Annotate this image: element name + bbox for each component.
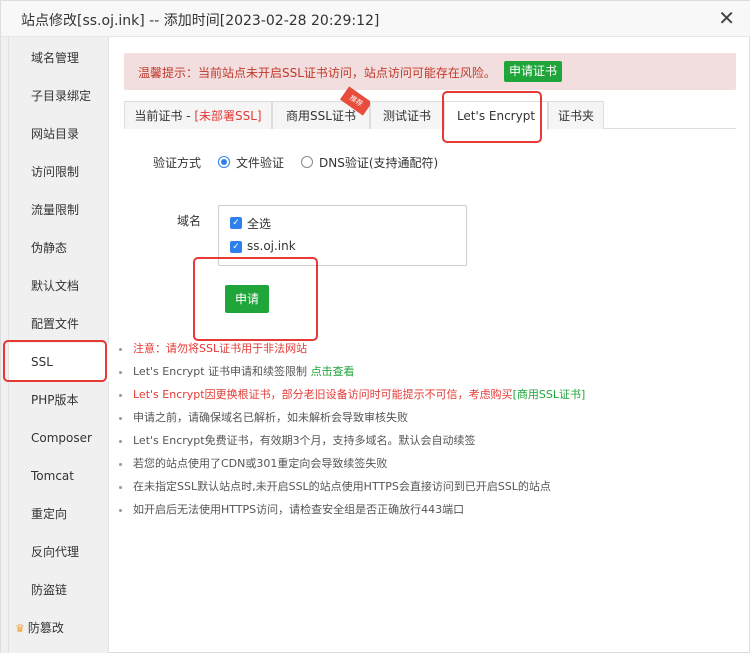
list-item: 如开启后无法使用HTTPS访问，请检查安全组是否正确放行443端口 [119, 501, 464, 521]
note-text: Let's Encrypt因更换根证书，部分老旧设备访问时可能提示不可信，考虑购… [133, 388, 513, 401]
list-item: 注意：请勿将SSL证书用于非法网站 [119, 340, 307, 360]
tab-commercial-ssl-label: 商用SSL证书 [286, 109, 356, 123]
note-text: 在未指定SSL默认站点时,未开启SSL的站点使用HTTPS会直接访问到已开启SS… [133, 480, 551, 493]
close-icon[interactable]: ✕ [718, 8, 735, 28]
sidebar-item-hotlink[interactable]: 防盗链 [9, 571, 109, 609]
site-settings-dialog: 站点修改[ss.oj.ink] -- 添加时间[2023-02-28 20:29… [0, 0, 750, 653]
tab-current-cert-status: [未部署SSL] [194, 109, 262, 123]
commercial-ssl-link[interactable]: [商用SSL证书] [513, 388, 586, 401]
note-text: 注意：请勿将SSL证书用于非法网站 [133, 342, 308, 355]
sidebar-item-config[interactable]: 配置文件 [9, 305, 109, 343]
sidebar-item-subdir[interactable]: 子目录绑定 [9, 77, 109, 115]
radio-dns-verify-label: DNS验证(支持通配符) [319, 156, 439, 170]
highlight-box-ssl [3, 340, 107, 382]
list-item: Let's Encrypt免费证书，有效期3个月，支持多域名。默认会自动续签 [119, 432, 476, 452]
ssl-warning-alert: 温馨提示：当前站点未开启SSL证书访问，站点访问可能存在风险。 申请证书 [124, 53, 736, 90]
sidebar-item-access-limit[interactable]: 访问限制 [9, 153, 109, 191]
sidebar-item-tamper[interactable]: ♛ 防篡改 [9, 609, 109, 647]
highlight-box-apply [193, 257, 318, 341]
tab-current-cert[interactable]: 当前证书 - [未部署SSL] [124, 101, 272, 129]
view-limits-link[interactable]: 点击查看 [311, 365, 355, 378]
note-text: Let's Encrypt免费证书，有效期3个月，支持多域名。默认会自动续签 [133, 434, 476, 447]
main-panel: 温馨提示：当前站点未开启SSL证书访问，站点访问可能存在风险。 申请证书 当前证… [109, 37, 750, 653]
select-all-checkbox[interactable]: ✓ [230, 217, 242, 229]
tab-current-cert-label: 当前证书 - [134, 109, 195, 123]
apply-cert-button[interactable]: 申请证书 [504, 61, 562, 82]
sidebar-item-rewrite[interactable]: 伪静态 [9, 229, 109, 267]
domain-checkbox-label: ss.oj.ink [247, 239, 296, 253]
radio-dns-verify[interactable] [301, 156, 313, 168]
sidebar-item-domain[interactable]: 域名管理 [9, 39, 109, 77]
sidebar-item-redirect[interactable]: 重定向 [9, 495, 109, 533]
alert-text: 温馨提示：当前站点未开启SSL证书访问，站点访问可能存在风险。 [138, 66, 496, 80]
crown-icon: ♛ [15, 622, 25, 635]
dialog-titlebar: 站点修改[ss.oj.ink] -- 添加时间[2023-02-28 20:29… [1, 1, 750, 37]
verify-method-label: 验证方式 [153, 156, 202, 170]
dialog-title: 站点修改[ss.oj.ink] -- 添加时间[2023-02-28 20:29… [21, 13, 380, 29]
list-item: Let's Encrypt因更换根证书，部分老旧设备访问时可能提示不可信，考虑购… [119, 386, 585, 406]
tab-test-cert[interactable]: 测试证书 [370, 101, 444, 129]
sidebar-item-tomcat[interactable]: Tomcat [9, 457, 109, 495]
sidebar-item-php-version[interactable]: PHP版本 [9, 381, 109, 419]
list-item: 在未指定SSL默认站点时,未开启SSL的站点使用HTTPS会直接访问到已开启SS… [119, 478, 551, 498]
sidebar-item-default-doc[interactable]: 默认文档 [9, 267, 109, 305]
note-text: 如开启后无法使用HTTPS访问，请检查安全组是否正确放行443端口 [133, 503, 465, 516]
domain-checkbox[interactable]: ✓ [230, 241, 242, 253]
sidebar-item-reverse-proxy[interactable]: 反向代理 [9, 533, 109, 571]
highlight-box-lets-encrypt-tab [442, 91, 542, 143]
note-text: 申请之前，请确保域名已解析，如未解析会导致审核失败 [133, 411, 408, 424]
radio-file-verify[interactable] [218, 156, 230, 168]
sidebar-item-traffic-limit[interactable]: 流量限制 [9, 191, 109, 229]
sidebar-item-composer[interactable]: Composer [9, 419, 109, 457]
tab-cert-folder[interactable]: 证书夹 [548, 101, 604, 129]
list-item: 申请之前，请确保域名已解析，如未解析会导致审核失败 [119, 409, 408, 429]
list-item: 若您的站点使用了CDN或301重定向会导致续签失败 [119, 455, 387, 475]
sidebar-item-tamper-label: 防篡改 [27, 621, 64, 635]
select-all-label: 全选 [247, 217, 272, 231]
note-text: Let's Encrypt 证书申请和续签限制 [133, 365, 311, 378]
radio-file-verify-label: 文件验证 [236, 156, 285, 170]
list-item: Let's Encrypt 证书申请和续签限制 点击查看 [119, 363, 355, 383]
domain-label: 域名 [177, 214, 202, 228]
cert-tabs: 当前证书 - [未部署SSL] 商用SSL证书 推荐 测试证书 Let's En… [124, 86, 736, 130]
sidebar-item-site-dir[interactable]: 网站目录 [9, 115, 109, 153]
note-text: 若您的站点使用了CDN或301重定向会导致续签失败 [133, 457, 388, 470]
